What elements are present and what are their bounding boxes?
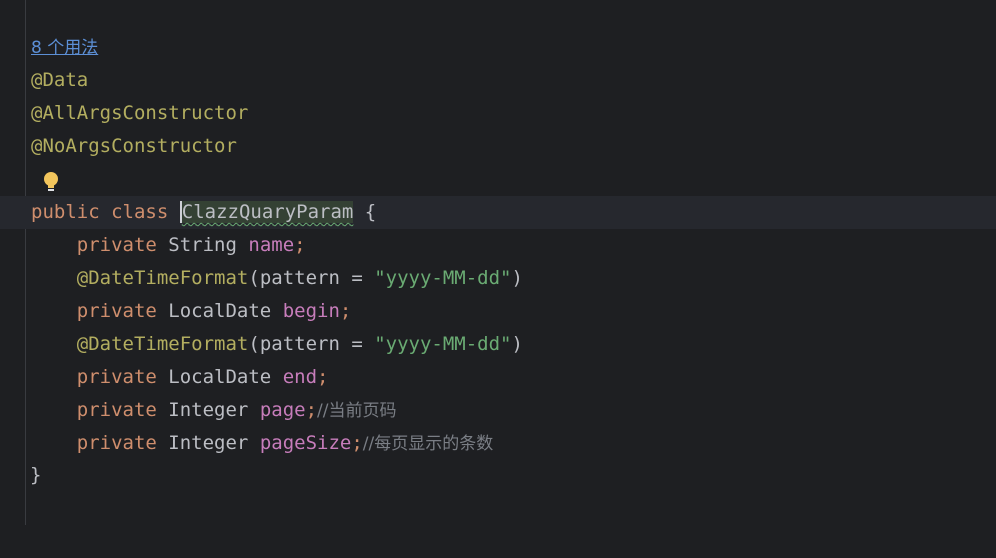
annotation-no-args: @NoArgsConstructor [31,135,237,157]
field-name: end [282,366,318,388]
annotation-data: @Data [31,69,89,91]
field-line-begin: private LocalDate begin; [0,295,996,328]
param-name: pattern [259,333,340,355]
code-comment: //当前页码 [317,401,397,421]
keyword-class: class [111,201,169,223]
annotation-line-end: @DateTimeFormat(pattern = "yyyy-MM-dd") [0,328,996,361]
paren-close: ) [511,267,523,289]
field-line-end: private LocalDate end; [0,361,996,394]
annotation-datetime-format: @DateTimeFormat [76,333,249,355]
usage-hint-line: 8 个用法 [0,31,996,64]
field-type: LocalDate [168,300,272,322]
code-comment: //每页显示的条数 [362,434,494,454]
modifier: private [76,300,157,322]
field-name: begin [282,300,340,322]
field-line-page: private Integer page;//当前页码 [0,394,996,427]
class-name[interactable]: ClazzQuaryParam [179,201,354,223]
field-type: Integer [168,432,249,454]
code-line-current: public class ClazzQuaryParam { [0,196,996,229]
field-type: String [168,234,237,256]
modifier: private [76,399,157,421]
annotation-datetime-format: @DateTimeFormat [76,267,249,289]
pattern-string: "yyyy-MM-dd" [374,267,512,289]
keyword-public: public [31,201,100,223]
annotation-all-args: @AllArgsConstructor [31,102,249,124]
semicolon: ; [339,300,352,322]
annotation-line-begin: @DateTimeFormat(pattern = "yyyy-MM-dd") [0,262,996,295]
semicolon: ; [294,234,306,256]
paren-close: ) [511,333,523,355]
equals: = [339,267,375,289]
semicolon: ; [351,432,363,454]
open-brace: { [364,201,377,223]
code-line: } [0,459,996,492]
field-type: LocalDate [168,366,272,388]
param-name: pattern [259,267,340,289]
modifier: private [76,366,157,388]
equals: = [339,333,375,355]
closing-brace: } [30,464,42,486]
field-type: Integer [168,399,249,421]
field-name: page [259,399,306,421]
usage-hint-link[interactable]: 8 个用法 [31,38,98,58]
code-line: @AllArgsConstructor [0,97,996,130]
pattern-string: "yyyy-MM-dd" [374,333,512,355]
paren-open: ( [248,267,260,289]
semicolon: ; [305,399,318,421]
field-name: name [248,234,295,256]
intention-bulb-icon[interactable] [41,171,61,195]
paren-open: ( [248,333,260,355]
semicolon: ; [317,366,329,388]
code-line: @NoArgsConstructor [0,130,996,163]
modifier: private [76,432,157,454]
code-line: @Data [0,64,996,97]
code-editor[interactable]: 8 个用法 @Data @AllArgsConstructor @NoArgsC… [0,0,996,525]
field-line-name: private String name; [0,229,996,262]
modifier: private [76,234,157,256]
field-line-page-size: private Integer pageSize;//每页显示的条数 [0,427,996,460]
field-name: pageSize [259,432,352,454]
